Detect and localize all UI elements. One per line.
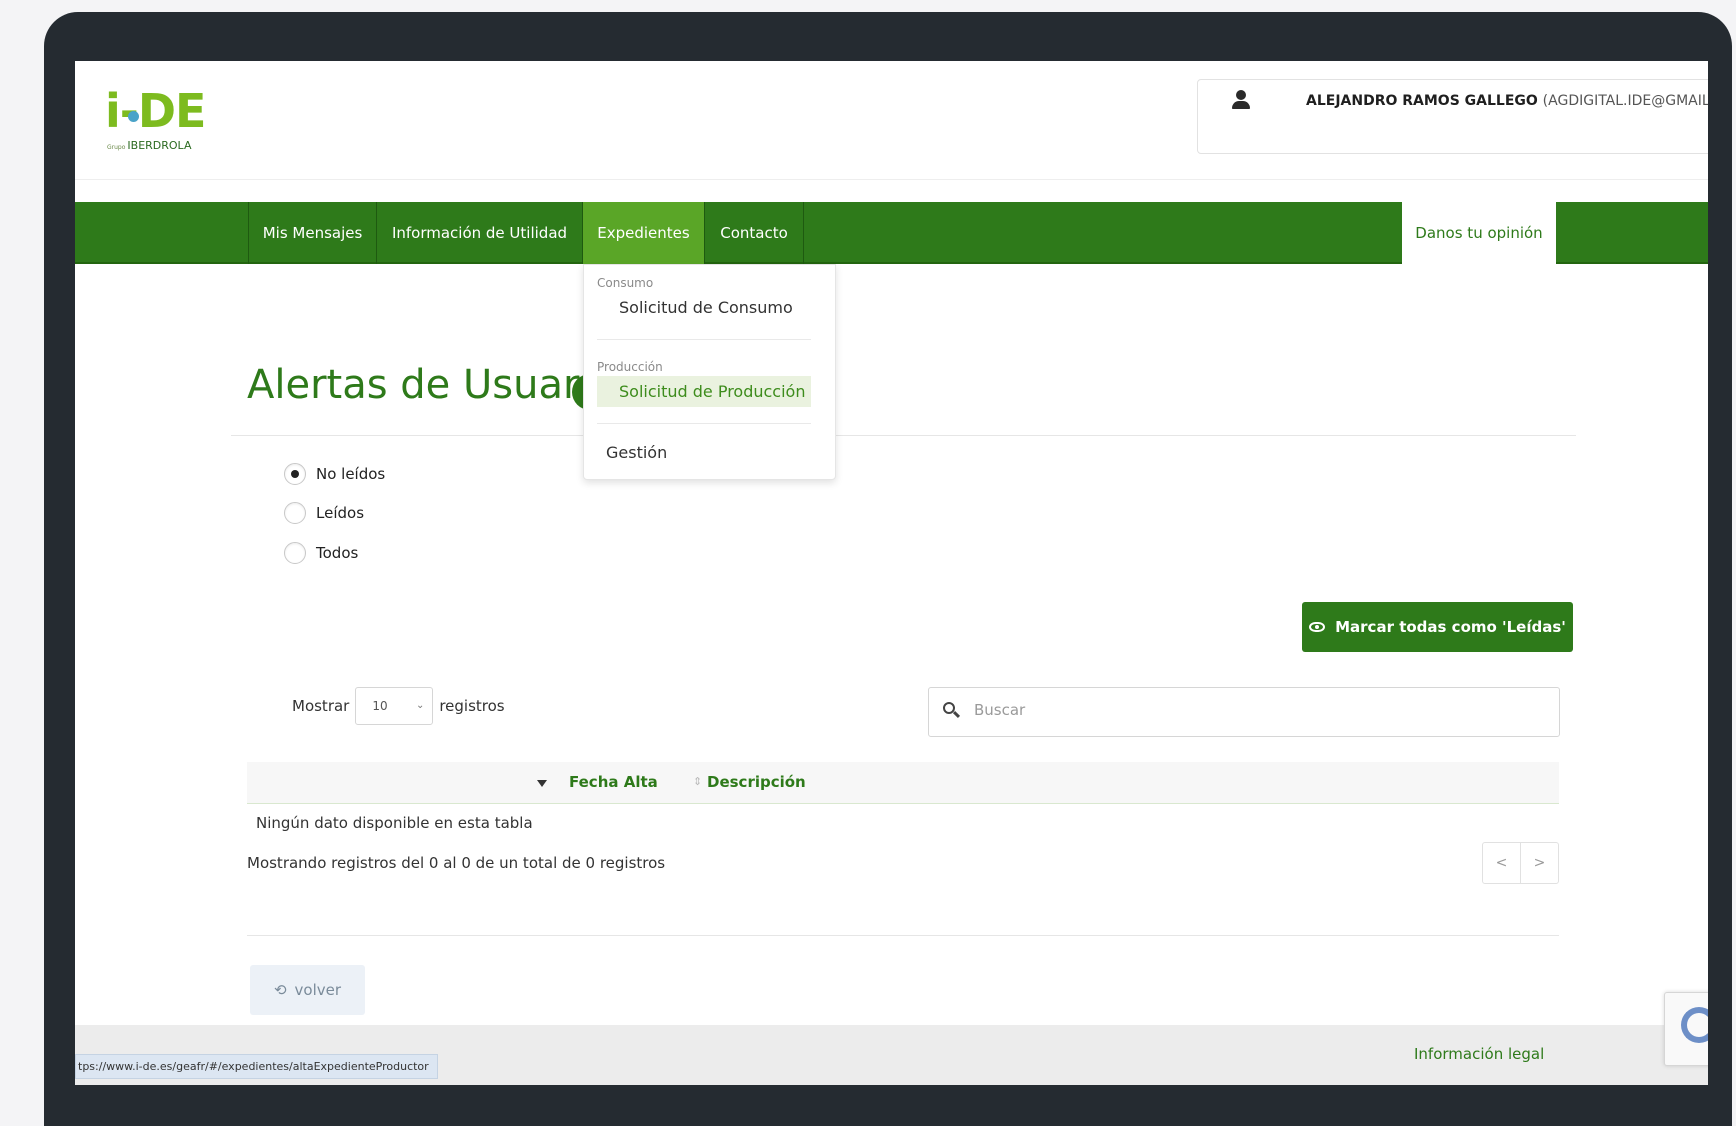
status-bar-url: tps://www.i-de.es/geafr/#/expedientes/al…	[75, 1054, 438, 1079]
browser-screen: i-DE Grupo IBERDROLA ALEJANDRO RAMOS GALL…	[75, 61, 1708, 1085]
logo-text: i-DE	[105, 84, 206, 138]
undo-icon: ⟲	[273, 981, 287, 999]
menu-item-solicitud-consumo[interactable]: Solicitud de Consumo	[619, 298, 793, 317]
pagination: < >	[1482, 842, 1559, 884]
column-fecha-alta[interactable]: Fecha Alta	[569, 773, 658, 791]
nav-mis-mensajes[interactable]: Mis Mensajes	[248, 202, 376, 264]
show-label: Mostrar	[292, 697, 350, 715]
radio-leidos[interactable]	[284, 502, 306, 524]
legal-info-link[interactable]: Información legal	[1414, 1045, 1544, 1063]
search-input[interactable]	[974, 701, 1534, 719]
menu-item-gestion[interactable]: Gestión	[606, 443, 667, 462]
radio-no-leidos[interactable]	[284, 463, 306, 485]
mark-all-read-label: Marcar todas como 'Leídas'	[1335, 618, 1566, 636]
page-title: Alertas de Usuario	[247, 362, 616, 408]
nav-informacion-utilidad[interactable]: Información de Utilidad	[376, 202, 582, 264]
filter-todos[interactable]: Todos	[284, 540, 358, 566]
filter-leidos[interactable]: Leídos	[284, 500, 364, 526]
page-size-value: 10	[372, 699, 388, 713]
dropdown-header-consumo: Consumo	[597, 276, 654, 290]
logo-subtitle: Grupo IBERDROLA	[107, 139, 191, 152]
back-button[interactable]: ⟲ volver	[250, 965, 365, 1015]
radio-label: Todos	[316, 544, 359, 562]
feedback-button[interactable]: Danos tu opinión	[1402, 202, 1556, 264]
eye-icon	[1309, 622, 1326, 632]
radio-label: No leídos	[316, 465, 386, 483]
expedientes-dropdown: Consumo Solicitud de Consumo Producción …	[583, 264, 836, 480]
logo-dot-icon	[128, 111, 139, 122]
content-divider	[247, 935, 1559, 936]
recaptcha-badge[interactable]	[1664, 992, 1708, 1066]
menu-item-solicitud-produccion[interactable]: Solicitud de Producción	[597, 376, 811, 407]
sort-icon: ⇕	[693, 775, 703, 788]
header-divider	[75, 179, 1708, 180]
dropdown-divider	[597, 339, 811, 340]
back-label: volver	[294, 981, 342, 999]
chevron-down-icon: ⌄	[415, 700, 425, 711]
main-navbar: Mis Mensajes Información de Utilidad Exp…	[75, 202, 1708, 264]
user-name: ALEJANDRO RAMOS GALLEGO (AGDIGITAL.IDE@G…	[1306, 93, 1708, 109]
dropdown-divider	[597, 423, 811, 424]
ide-logo[interactable]: i-DE Grupo IBERDROLA	[105, 83, 215, 153]
user-fullname: ALEJANDRO RAMOS GALLEGO	[1306, 93, 1538, 109]
page-size-control: Mostrar 10 ⌄ registros	[292, 687, 505, 725]
user-panel[interactable]: ALEJANDRO RAMOS GALLEGO (AGDIGITAL.IDE@G…	[1197, 79, 1708, 154]
title-divider	[231, 435, 1576, 436]
nav-expedientes[interactable]: Expedientes	[582, 202, 704, 264]
recaptcha-icon	[1681, 1007, 1708, 1043]
table-info: Mostrando registros del 0 al 0 de un tot…	[247, 854, 666, 872]
user-email: (AGDIGITAL.IDE@GMAIL.C	[1542, 93, 1708, 109]
search-field[interactable]	[928, 687, 1560, 737]
radio-todos[interactable]	[284, 542, 306, 564]
pagination-next-button[interactable]: >	[1521, 843, 1558, 883]
filter-no-leidos[interactable]: No leídos	[284, 461, 385, 487]
search-icon	[943, 702, 961, 719]
records-label: registros	[439, 697, 505, 715]
logo-subtitle-small: Grupo	[107, 144, 126, 151]
page-size-select[interactable]: 10 ⌄	[355, 687, 434, 725]
table-header: Fecha Alta ⇕ Descripción	[247, 762, 1559, 804]
radio-label: Leídos	[316, 504, 365, 522]
column-descripcion[interactable]: Descripción	[707, 773, 806, 791]
pagination-prev-button[interactable]: <	[1483, 843, 1521, 883]
empty-table-message: Ningún dato disponible en esta tabla	[256, 814, 533, 832]
mark-all-read-button[interactable]: Marcar todas como 'Leídas'	[1302, 602, 1573, 652]
user-icon	[1232, 90, 1250, 110]
dropdown-header-produccion: Producción	[597, 360, 663, 374]
nav-contacto[interactable]: Contacto	[704, 202, 804, 264]
sort-desc-icon[interactable]	[537, 780, 547, 787]
logo-subtitle-brand: IBERDROLA	[127, 139, 192, 152]
